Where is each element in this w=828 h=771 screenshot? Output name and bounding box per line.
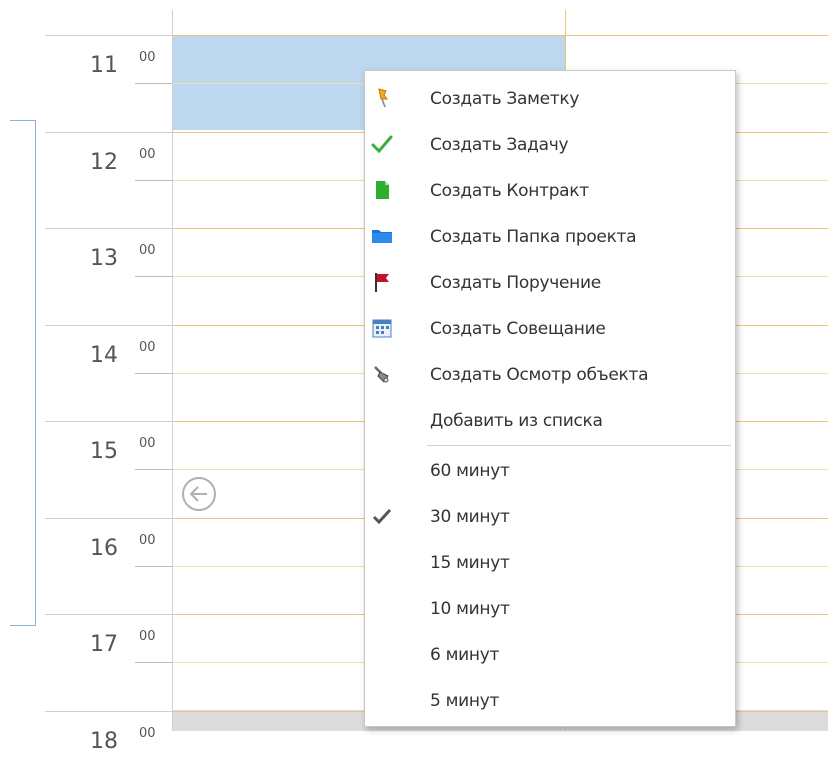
hour-grid-line (173, 35, 828, 36)
hour-divider-line (45, 421, 173, 422)
hour-number: 16 (90, 536, 118, 561)
menu-item-create-site-inspection[interactable]: Создать Осмотр объекта (365, 355, 735, 395)
menu-item-duration-5[interactable]: 5 минут (365, 681, 735, 721)
time-column-divider (172, 10, 173, 731)
hour-label: 12 00 (90, 148, 170, 192)
menu-item-label: 10 минут (430, 599, 510, 619)
folder-icon (371, 225, 393, 247)
checkmark-icon (371, 133, 393, 155)
menu-item-create-meeting[interactable]: Создать Совещание (365, 309, 735, 349)
menu-item-label: 30 минут (430, 507, 510, 527)
hour-divider-line (45, 711, 173, 712)
menu-item-create-note[interactable]: Создать Заметку (365, 79, 735, 119)
menu-item-duration-60[interactable]: 60 минут (365, 451, 735, 491)
menu-item-label: 5 минут (430, 691, 500, 711)
minute-superscript: 00 (139, 726, 156, 741)
calendar-icon (371, 317, 393, 339)
pushpin-icon (371, 87, 393, 109)
hour-label: 11 00 (90, 51, 170, 95)
minute-superscript: 00 (139, 629, 156, 644)
hour-divider-line (45, 132, 173, 133)
hour-number: 14 (90, 343, 118, 368)
menu-item-label: 60 минут (430, 461, 510, 481)
menu-item-label: Создать Задачу (430, 135, 569, 155)
hour-number: 15 (90, 439, 118, 464)
menu-item-label: Создать Осмотр объекта (430, 365, 649, 385)
working-hours-bracket (10, 120, 36, 626)
minute-superscript: 00 (139, 436, 156, 451)
minute-superscript: 00 (139, 50, 156, 65)
menu-item-create-assignment[interactable]: Создать Поручение (365, 263, 735, 303)
hour-divider-line (45, 228, 173, 229)
hour-label: 16 00 (90, 534, 170, 578)
minute-superscript: 00 (139, 147, 156, 162)
hour-divider-line (45, 614, 173, 615)
menu-item-duration-10[interactable]: 10 минут (365, 589, 735, 629)
hour-divider-line (45, 35, 173, 36)
menu-item-create-project-folder[interactable]: Создать Папка проекта (365, 217, 735, 257)
menu-item-label: Добавить из списка (430, 411, 603, 431)
hour-number: 17 (90, 632, 118, 657)
menu-item-label: Создать Совещание (430, 319, 606, 339)
hour-label: 17 00 (90, 630, 170, 674)
menu-item-label: 15 минут (430, 553, 510, 573)
context-menu: Создать Заметку Создать Задачу Создать К… (364, 70, 736, 727)
minute-superscript: 00 (139, 340, 156, 355)
menu-item-create-contract[interactable]: Создать Контракт (365, 171, 735, 211)
hour-label: 18 00 (90, 727, 170, 771)
menu-item-label: Создать Заметку (430, 89, 580, 109)
menu-item-label: Создать Папка проекта (430, 227, 637, 247)
menu-item-label: 6 минут (430, 645, 500, 665)
menu-item-label: Создать Поручение (430, 273, 601, 293)
menu-item-add-from-list[interactable]: Добавить из списка (365, 401, 735, 441)
minute-superscript: 00 (139, 533, 156, 548)
hour-label: 13 00 (90, 244, 170, 288)
minute-superscript: 00 (139, 243, 156, 258)
hour-number: 18 (90, 729, 118, 754)
menu-separator (427, 445, 731, 446)
hour-divider-line (45, 518, 173, 519)
flag-icon (371, 271, 393, 293)
menu-item-label: Создать Контракт (430, 181, 589, 201)
checkmark-icon (371, 505, 393, 527)
hour-label: 14 00 (90, 341, 170, 385)
hour-number: 12 (90, 150, 118, 175)
hour-divider-line (45, 325, 173, 326)
menu-item-create-task[interactable]: Создать Задачу (365, 125, 735, 165)
arrow-left-circle-icon[interactable] (180, 475, 218, 513)
menu-item-duration-6[interactable]: 6 минут (365, 635, 735, 675)
hour-number: 11 (90, 53, 118, 78)
hour-number: 13 (90, 246, 118, 271)
inspection-icon (371, 363, 393, 385)
menu-item-duration-30[interactable]: 30 минут (365, 497, 735, 537)
menu-item-duration-15[interactable]: 15 минут (365, 543, 735, 583)
document-icon (371, 179, 393, 201)
hour-label: 15 00 (90, 437, 170, 481)
